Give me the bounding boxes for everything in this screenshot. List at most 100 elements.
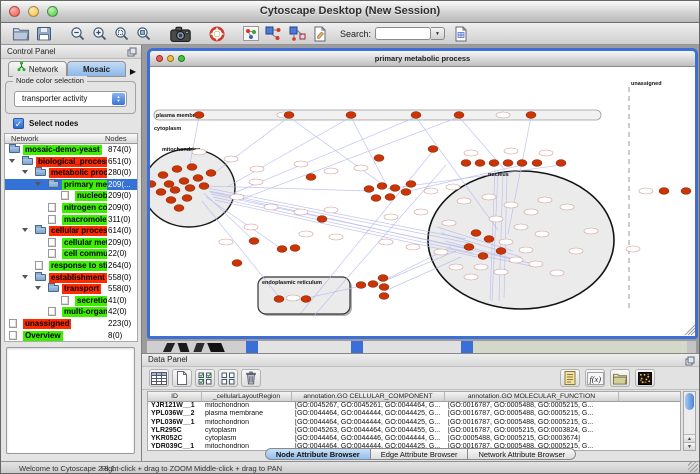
tab-edge-attribute-browser[interactable]: Edge Attribute Browser [370,448,469,460]
network-node[interactable] [371,195,381,202]
network-node[interactable] [461,160,471,167]
tree-row-cell-communicat[interactable]: cell communicat22(0) [5,248,137,260]
matrix-view-button[interactable] [635,369,655,387]
apply-layout-1-button[interactable] [262,24,286,44]
zoom-out-button[interactable] [67,24,89,44]
tab-network-attribute-browser[interactable]: Network Attribute Browser [467,448,576,460]
load-attributes-folder-button[interactable] [610,369,630,387]
network-node[interactable] [179,178,189,185]
float-panel-icon[interactable] [127,47,137,59]
disclosure-triangle-icon[interactable] [22,275,28,279]
network-node[interactable] [290,245,300,252]
network-node[interactable] [187,164,197,171]
column-header[interactable]: annotation.GO CELLULAR_COMPONENT [292,392,445,402]
network-node[interactable] [346,112,356,119]
disclosure-triangle-icon[interactable] [9,159,15,163]
network-node[interactable] [284,112,294,119]
network-node[interactable] [364,186,374,193]
table-row[interactable]: YJR121W__1mitochondrion[GO:0045267, GO:0… [148,402,680,410]
tree-row-response-to-stimulu[interactable]: response to stimulu264(0) [5,260,137,272]
zoom-fit-content-button[interactable] [133,24,155,44]
network-node[interactable] [374,155,384,162]
network-node[interactable] [206,170,216,177]
network-node[interactable] [356,282,366,289]
column-header[interactable]: _cellularLayoutRegion [202,392,292,402]
table-row[interactable]: YPL036W__1mitochondrion[GO:0044464, GO:0… [148,419,680,427]
network-node[interactable] [556,160,566,167]
network-node[interactable] [503,160,513,167]
network-node[interactable] [185,185,195,192]
tree-row-overview[interactable]: Overview8(0) [5,330,137,342]
tab-network[interactable]: Network [8,61,67,77]
network-node[interactable] [659,188,669,195]
snapshot-camera-button[interactable] [167,24,194,44]
network-node[interactable] [484,236,494,243]
network-node[interactable] [249,238,259,245]
network-node[interactable] [158,172,168,179]
network-node[interactable] [478,253,488,260]
tab-node-attribute-browser[interactable]: Node Attribute Browser [265,448,371,460]
network-node[interactable] [368,281,378,288]
tree-column-network[interactable]: Network [11,134,39,143]
network-node[interactable] [454,112,464,119]
column-header[interactable]: ID [148,392,202,402]
network-node[interactable] [517,160,527,167]
table-row[interactable]: YLR295Ccytoplasm[GO:0045263, GO:0044464,… [148,427,680,435]
tree-row-multi-organism-pro[interactable]: multi-organism pro42(0) [5,306,137,318]
tab-overflow-arrow[interactable]: ▶ [130,63,136,81]
network-node[interactable] [401,189,411,196]
tree-row-establishment-of-lo[interactable]: establishment of lo558(0) [5,272,137,284]
network-node[interactable] [193,175,203,182]
network-node[interactable] [199,183,209,190]
node-color-select[interactable]: transporter activity ▲▼ [14,91,127,107]
network-node[interactable] [496,248,506,255]
save-session-button[interactable] [33,24,55,44]
network-node[interactable] [489,160,499,167]
network-node[interactable] [274,296,284,303]
tree-row-biological-process[interactable]: biological_process651(0) [5,156,137,168]
show-attribute-table-button[interactable] [149,369,169,387]
column-header[interactable]: annotation.GO MOLECULAR_FUNCTION [445,392,619,402]
network-node[interactable] [464,244,474,251]
search-dropdown-button[interactable]: ▼ [431,27,445,40]
scroll-up-button[interactable]: ▲ [684,434,695,442]
annotation-button[interactable] [310,24,330,44]
tree-row-primary-metabo[interactable]: primary metabo209(... [5,179,137,191]
create-new-attribute-button[interactable] [172,369,192,387]
table-row[interactable]: YKR052Ccytoplasm[GO:0044464, GO:0044446,… [148,435,680,443]
network-node[interactable] [306,174,316,181]
tree-row-metabolic-process[interactable]: metabolic process280(0) [5,167,137,179]
import-table-button[interactable] [451,24,471,44]
network-node[interactable] [475,160,485,167]
network-node[interactable] [277,246,287,253]
network-node[interactable] [301,296,311,303]
tree-column-nodes[interactable]: Nodes [105,134,127,143]
network-node[interactable] [681,188,691,195]
network-edge[interactable] [351,117,387,186]
tree-row-secretion[interactable]: secretion41(0) [5,295,137,307]
tree-row-transport[interactable]: transport558(0) [5,283,137,295]
network-node[interactable] [172,166,182,173]
network-node[interactable] [411,112,421,119]
network-node[interactable] [385,194,395,201]
network-node[interactable] [379,284,389,291]
table-scrollbar[interactable]: ▲ ▼ [683,391,696,451]
network-node[interactable] [406,181,416,188]
network-node[interactable] [317,216,327,223]
network-view-window[interactable]: primary metabolic process plasma membran… [147,48,698,339]
select-nodes-checkbox[interactable]: ✓ [13,118,24,129]
apply-layout-2-button[interactable] [286,24,310,44]
network-node[interactable] [232,260,242,267]
tree-row-cellular-process[interactable]: cellular process614(0) [5,225,137,237]
zoom-in-button[interactable] [89,24,111,44]
network-window-titlebar[interactable]: primary metabolic process [150,51,695,67]
network-node[interactable] [174,205,184,212]
attribute-report-button[interactable] [560,369,580,387]
network-node[interactable] [428,146,438,153]
network-edge[interactable] [213,117,289,174]
scrollbar-thumb[interactable] [685,393,694,410]
network-node[interactable] [182,195,192,202]
network-node[interactable] [194,112,204,119]
network-node[interactable] [526,112,536,119]
help-lifering-button[interactable] [206,24,228,44]
